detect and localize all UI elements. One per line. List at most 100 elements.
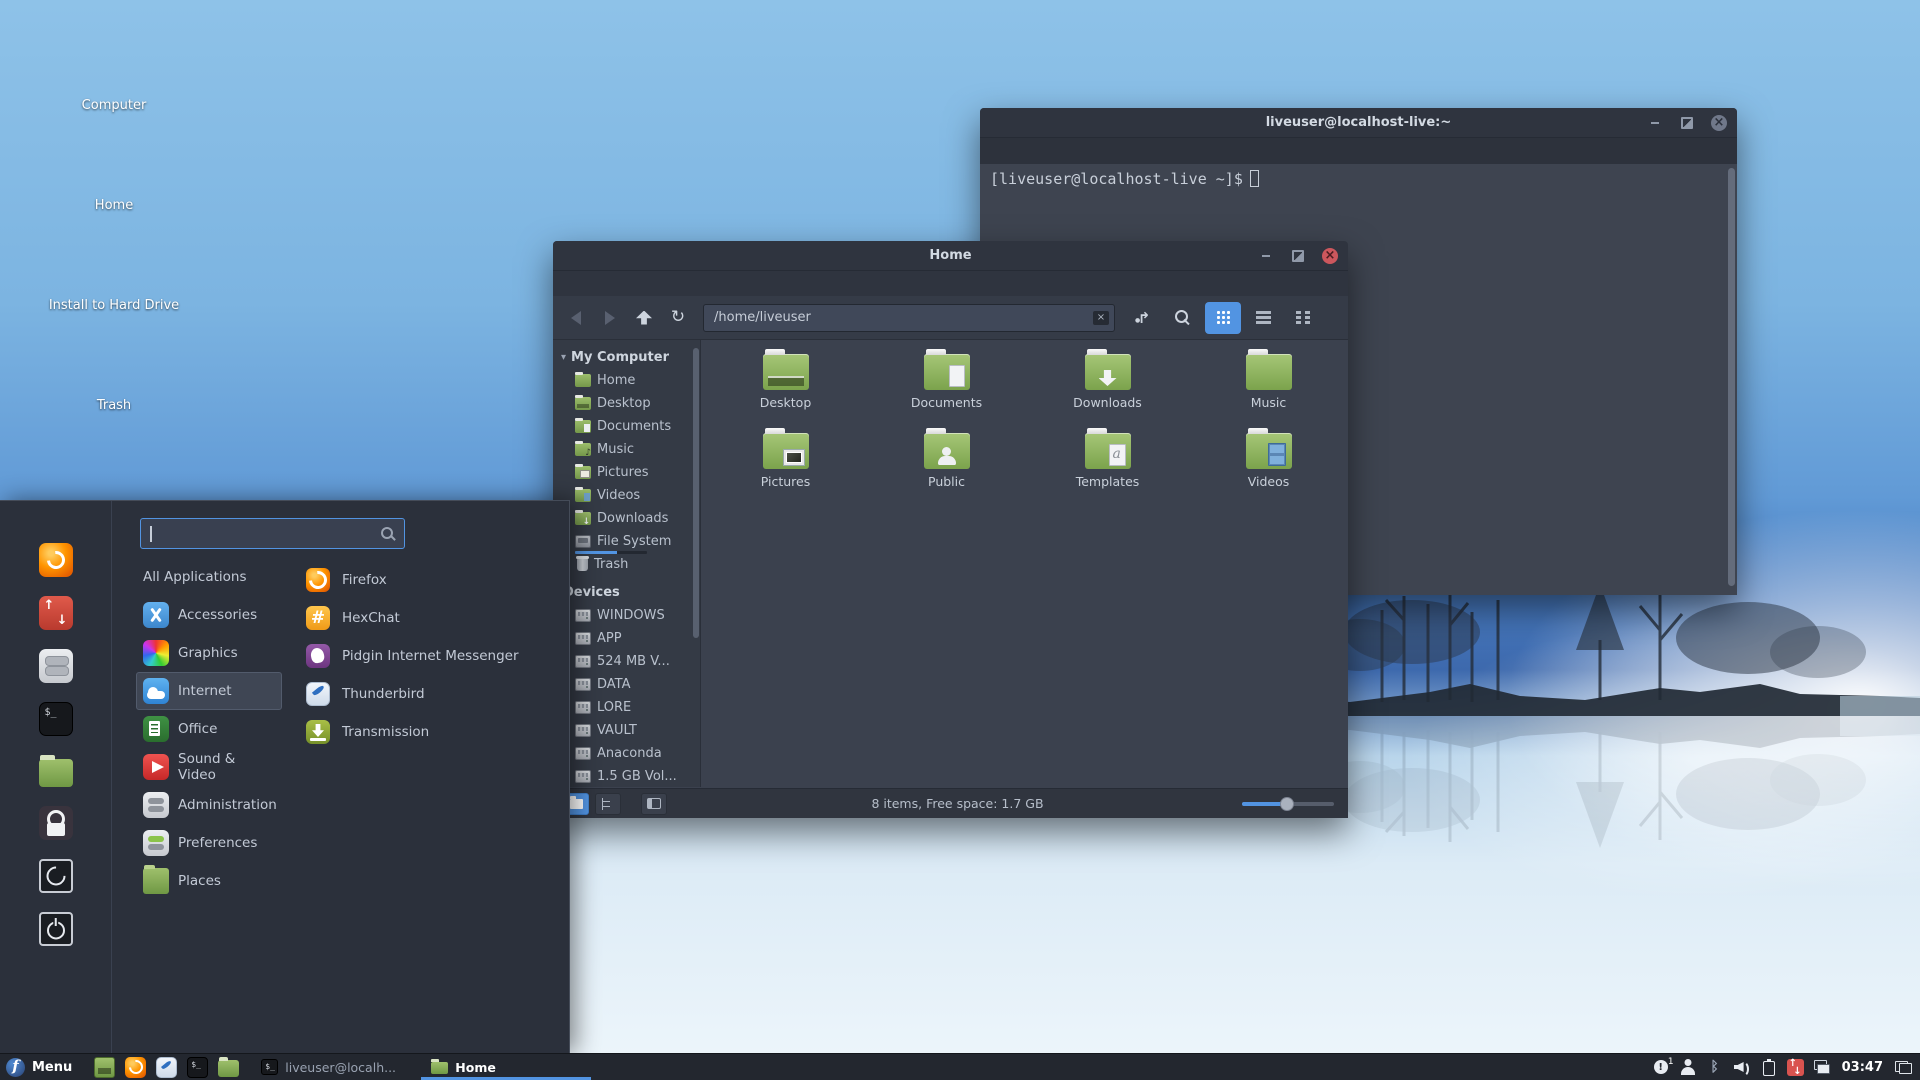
- sidebar-item[interactable]: VAULT: [553, 719, 700, 742]
- desktop-icon[interactable]: Trash: [66, 344, 162, 435]
- category-item[interactable]: Graphics: [136, 634, 282, 672]
- category-item[interactable]: Preferences: [136, 824, 282, 862]
- clear-path-icon[interactable]: ×: [1093, 310, 1109, 325]
- minimize-button[interactable]: [1258, 248, 1274, 264]
- sidebar-item[interactable]: APP: [553, 627, 700, 650]
- desktop-icon[interactable]: Computer: [66, 44, 162, 135]
- menu-item[interactable]: [1098, 148, 1116, 154]
- category-item[interactable]: Sound & Video: [136, 748, 282, 786]
- clock[interactable]: 03:47: [1842, 1060, 1883, 1075]
- folder-item[interactable]: Templates: [1027, 428, 1188, 508]
- terminal-fav-icon[interactable]: [38, 702, 73, 736]
- sidebar-item[interactable]: WINDOWS: [553, 604, 700, 627]
- sidebar-item[interactable]: File System: [553, 530, 700, 554]
- firefox-mini-icon[interactable]: [125, 1056, 147, 1078]
- volume-icon[interactable]: [1733, 1058, 1751, 1077]
- close-button[interactable]: [1711, 114, 1727, 131]
- sidebar-section-devices[interactable]: Devices: [553, 581, 700, 604]
- lock-screen-icon[interactable]: [38, 806, 73, 840]
- shutdown-icon[interactable]: [38, 912, 73, 946]
- sidebar-item[interactable]: 1.5 GB Vol...: [553, 765, 700, 787]
- menu-item[interactable]: [605, 281, 623, 287]
- up-button[interactable]: [629, 303, 659, 333]
- category-item[interactable]: Accessories: [136, 596, 282, 634]
- folder-item[interactable]: Pictures: [705, 428, 866, 508]
- folder-item[interactable]: Desktop: [705, 349, 866, 429]
- desktop-icon[interactable]: Home: [66, 144, 162, 235]
- menu-item[interactable]: [649, 281, 667, 287]
- refresh-button[interactable]: ↻: [663, 303, 693, 333]
- category-item[interactable]: Internet: [136, 672, 282, 710]
- menu-item[interactable]: [561, 281, 579, 287]
- forward-button[interactable]: [595, 303, 625, 333]
- sidebar-item[interactable]: Pictures: [553, 461, 700, 484]
- folder-item[interactable]: Videos: [1188, 428, 1349, 508]
- minimize-button[interactable]: [1647, 115, 1663, 131]
- sidebar-item[interactable]: 524 MB V...: [553, 650, 700, 673]
- updates-icon[interactable]: [1786, 1058, 1804, 1077]
- expander-icon[interactable]: ▾: [561, 352, 566, 363]
- list-view-button[interactable]: [1245, 302, 1281, 334]
- menu-item[interactable]: [1076, 148, 1094, 154]
- sidebar-item[interactable]: Music: [553, 438, 700, 461]
- zoom-slider[interactable]: [1242, 794, 1334, 814]
- network-icon[interactable]: [1813, 1058, 1831, 1076]
- show-desktop-icon[interactable]: [94, 1056, 116, 1078]
- sidebar-item[interactable]: Trash: [553, 553, 700, 576]
- treeview-sidebar-button[interactable]: [595, 792, 621, 815]
- logout-icon[interactable]: [38, 859, 73, 893]
- app-item[interactable]: Transmission: [306, 713, 556, 751]
- toggle-location-entry-button[interactable]: [1128, 303, 1160, 333]
- terminal-titlebar[interactable]: liveuser@localhost-live:~: [980, 108, 1737, 138]
- sidebar-item[interactable]: Desktop: [553, 392, 700, 415]
- sidebar-section-my-computer[interactable]: ▾ My Computer: [553, 346, 700, 369]
- sidebar-item[interactable]: Documents: [553, 415, 700, 438]
- terminal-scrollbar[interactable]: [1728, 168, 1735, 586]
- category-item[interactable]: All Applications: [136, 558, 282, 596]
- firefox-icon[interactable]: [38, 543, 73, 577]
- taskbar-window-button[interactable]: liveuser@localh...: [251, 1054, 421, 1080]
- search-button[interactable]: [1166, 303, 1198, 333]
- files-mini-icon[interactable]: [218, 1057, 240, 1077]
- menu-item[interactable]: [627, 281, 645, 287]
- folder-item[interactable]: Downloads: [1027, 349, 1188, 429]
- app-item[interactable]: Thunderbird: [306, 675, 556, 713]
- notification-icon[interactable]: 1: [1652, 1057, 1674, 1076]
- search-input[interactable]: [141, 519, 404, 548]
- compact-view-button[interactable]: [1285, 302, 1321, 334]
- category-item[interactable]: Places: [136, 862, 282, 900]
- menu-button[interactable]: f Menu: [0, 1054, 82, 1080]
- folder-item[interactable]: Public: [866, 428, 1027, 508]
- category-item[interactable]: Office: [136, 710, 282, 748]
- battery-icon[interactable]: [1760, 1058, 1778, 1076]
- sidebar-item[interactable]: Downloads: [553, 507, 700, 530]
- taskbar-window-button[interactable]: Home: [421, 1054, 592, 1080]
- maximize-button[interactable]: [1290, 248, 1306, 264]
- thunderbird-mini-icon[interactable]: [156, 1056, 178, 1078]
- bluetooth-icon[interactable]: [1706, 1058, 1724, 1076]
- desktop-icon[interactable]: Install to Hard Drive: [49, 244, 179, 335]
- sidebar-item[interactable]: LORE: [553, 696, 700, 719]
- path-input[interactable]: [703, 303, 1115, 332]
- terminal-mini-icon[interactable]: [187, 1056, 209, 1078]
- file-manager-view[interactable]: Desktop Documents Downloads Music Pictur…: [701, 340, 1348, 787]
- close-button[interactable]: [1322, 247, 1338, 264]
- file-manager-titlebar[interactable]: Home: [553, 241, 1348, 271]
- window-selector-icon[interactable]: [1894, 1058, 1912, 1076]
- category-item[interactable]: Administration: [136, 786, 282, 824]
- menu-item[interactable]: [583, 281, 601, 287]
- menu-item[interactable]: [1032, 148, 1050, 154]
- menu-item[interactable]: [1010, 148, 1028, 154]
- menu-item[interactable]: [671, 281, 689, 287]
- user-icon[interactable]: [1679, 1058, 1697, 1076]
- sidebar-item[interactable]: Home: [553, 369, 700, 392]
- sidebar-item[interactable]: Videos: [553, 484, 700, 507]
- sidebar-scrollbar[interactable]: [693, 348, 699, 638]
- zoom-slider-knob[interactable]: [1280, 796, 1294, 811]
- sidebar-item[interactable]: DATA: [553, 673, 700, 696]
- app-item[interactable]: Pidgin Internet Messenger: [306, 637, 556, 675]
- folder-item[interactable]: Documents: [866, 349, 1027, 429]
- app-item[interactable]: HexChat: [306, 599, 556, 637]
- grid-view-button[interactable]: [1205, 301, 1241, 334]
- files-fav-icon[interactable]: [38, 755, 73, 787]
